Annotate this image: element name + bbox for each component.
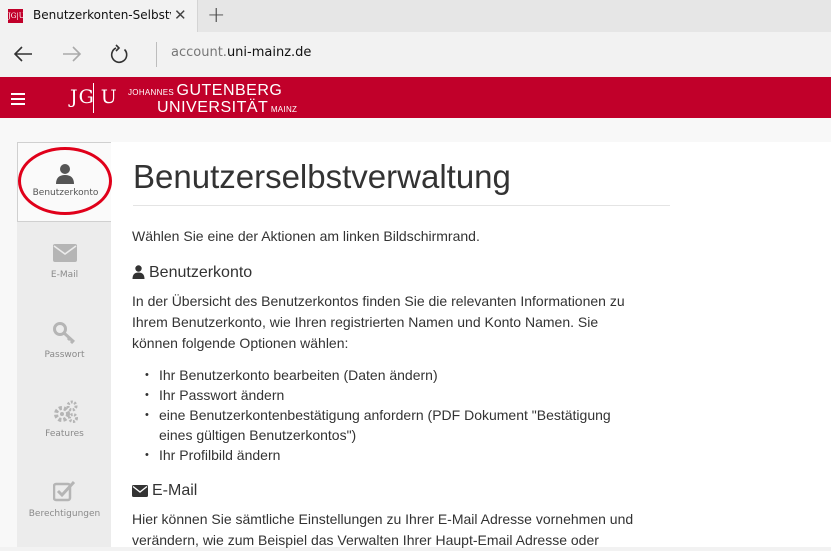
sidebar-item-label: Passwort — [44, 350, 85, 360]
section1-line: können folgende Optionen wählen: — [132, 335, 349, 351]
section-heading-text: Benutzerkonto — [149, 264, 253, 281]
sidebar-item-label: Features — [45, 429, 84, 439]
list-item: Ihr Benutzerkonto bearbeiten (Daten ände… — [145, 365, 611, 385]
wordmark-mainz: MAINZ — [268, 105, 298, 114]
wordmark-johannes: JOHANNES — [128, 88, 177, 97]
section2-line: verändern, wie zum Beispiel das Verwalte… — [132, 532, 599, 548]
reload-icon[interactable] — [108, 44, 130, 70]
wordmark-universitaet: UNIVERSITÄT — [157, 99, 269, 116]
new-tab-button[interactable]: + — [207, 3, 225, 28]
page-area: Benutzerkonto E-Mail Passwort Features B… — [0, 118, 831, 548]
options-list: Ihr Benutzerkonto bearbeiten (Daten ände… — [145, 365, 611, 465]
logo-divider — [93, 83, 94, 113]
url-field[interactable]: account.uni-mainz.de — [171, 45, 311, 60]
envelope-icon — [132, 485, 148, 497]
logo-left: JG — [70, 86, 95, 108]
sidebar-item-features[interactable]: Features — [17, 382, 112, 462]
logo-right: U — [100, 86, 118, 108]
section-heading-benutzerkonto: Benutzerkonto — [132, 264, 252, 282]
address-separator — [156, 42, 157, 67]
browser-tab[interactable]: JG|U Benutzerkonten-Selbstv ✕ — [0, 0, 198, 32]
close-tab-icon[interactable]: ✕ — [174, 6, 187, 24]
list-item: Ihr Profilbild ändern — [145, 445, 611, 465]
back-arrow-icon[interactable] — [12, 44, 34, 68]
section2-paragraph: Hier können Sie sämtliche Einstellungen … — [132, 509, 633, 551]
page-title: Benutzerselbstverwaltung — [133, 158, 511, 195]
intro-text: Wählen Sie eine der Aktionen am linken B… — [132, 228, 480, 244]
title-divider — [133, 205, 670, 206]
checkbox-icon — [53, 480, 76, 502]
url-prefix: account. — [171, 45, 227, 60]
site-favicon: JG|U — [8, 9, 25, 23]
user-icon — [132, 265, 145, 279]
section-heading-email: E-Mail — [132, 482, 197, 500]
university-wordmark[interactable]: JOHANNES GUTENBERG UNIVERSITÄT MAINZ — [128, 83, 297, 116]
tab-title: Benutzerkonten-Selbstv — [33, 8, 171, 22]
menu-icon[interactable] — [11, 93, 25, 108]
section1-line: In der Übersicht des Benutzerkontos find… — [132, 293, 625, 309]
forward-arrow-icon[interactable] — [61, 44, 83, 68]
sidebar-item-berechtigungen[interactable]: Berechtigungen — [17, 462, 112, 542]
gears-icon — [54, 400, 78, 423]
envelope-icon — [53, 244, 77, 262]
sidebar-item-label: E-Mail — [50, 270, 79, 280]
list-item-continuation: eines gültigen Benutzerkontos") — [159, 427, 357, 443]
list-item: Ihr Passwort ändern — [145, 385, 611, 405]
sidebar-item-passwort[interactable]: Passwort — [17, 302, 112, 382]
section-heading-text: E-Mail — [152, 482, 198, 499]
list-item: eine Benutzerkontenbestätigung anfordern… — [145, 405, 611, 425]
key-icon — [53, 322, 76, 344]
sidebar-item-email[interactable]: E-Mail — [17, 222, 112, 302]
browser-tab-bar: JG|U Benutzerkonten-Selbstv ✕ + — [0, 0, 831, 32]
wordmark-gutenberg: GUTENBERG — [176, 82, 283, 99]
section2-line: Hier können Sie sämtliche Einstellungen … — [132, 511, 634, 527]
sidebar-item-label: Berechtigungen — [28, 509, 101, 519]
main-content: Benutzerselbstverwaltung Wählen Sie eine… — [111, 142, 831, 548]
highlight-circle — [18, 147, 112, 215]
address-bar-row: account.uni-mainz.de — [0, 32, 831, 77]
site-header: JG U JOHANNES GUTENBERG UNIVERSITÄT MAINZ — [0, 77, 831, 118]
url-domain: uni-mainz.de — [226, 45, 312, 60]
section1-paragraph: In der Übersicht des Benutzerkontos find… — [132, 291, 625, 354]
section1-line: Ihrem Benutzerkonto, wie Ihren registrie… — [132, 314, 599, 330]
